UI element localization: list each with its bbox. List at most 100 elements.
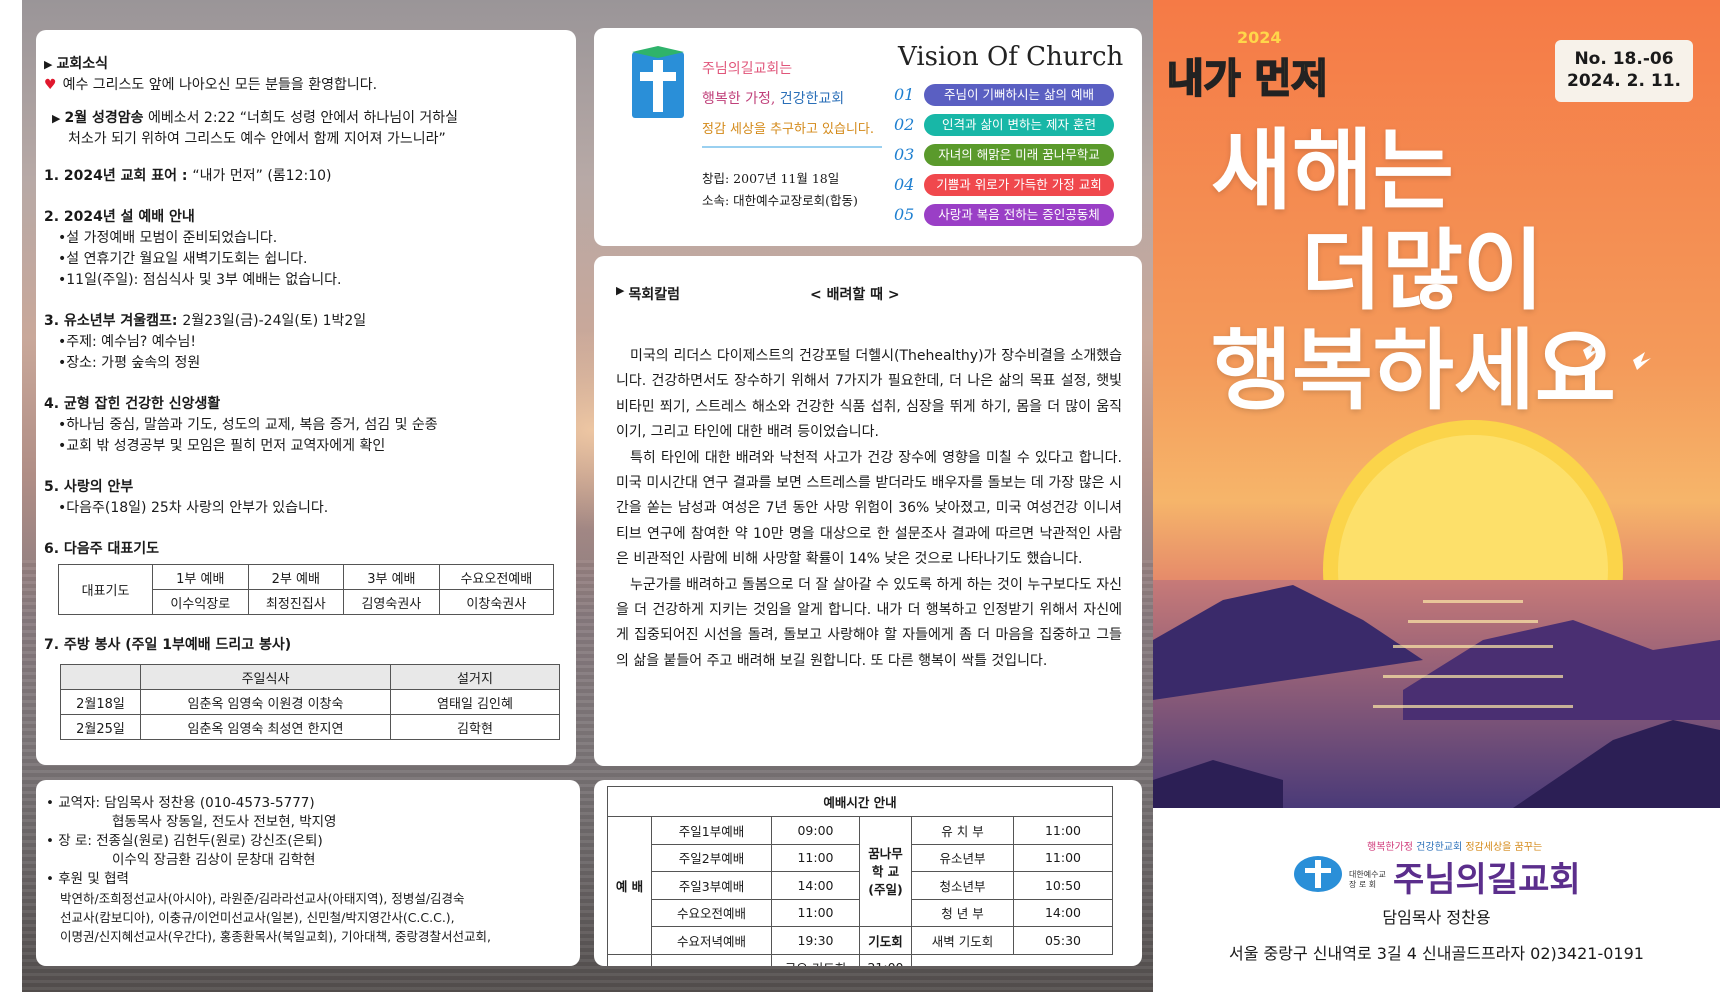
divider <box>702 146 882 148</box>
kitchen-header: 설거지 <box>390 664 560 690</box>
year-motto-logo: 2024 내가 먼저 <box>1166 28 1329 103</box>
vision-slogan-1: 주님의길교회는 <box>702 61 793 77</box>
section-camp-title: 3. 유소년부 겨울캠프: 2월23일(금)-24일(토) 1박2일 <box>44 313 367 329</box>
staff-line: 이수익 장금환 김상이 문창대 김학현 <box>112 852 316 868</box>
prayer-name: 이수익장로 <box>152 589 249 615</box>
school-time: 11:00 <box>1013 816 1113 845</box>
kitchen-dishes: 염태일 김인혜 <box>390 689 560 715</box>
kitchen-header: 주일식사 <box>140 664 391 690</box>
school-name: 청 년 부 <box>911 898 1014 927</box>
school-name: 유 치 부 <box>911 816 1014 845</box>
prayer-meeting-time: 21:00 <box>859 953 912 966</box>
newyear-item-1: •설 가정예배 모범이 준비되었습니다. <box>58 230 278 246</box>
worship-times-panel: 예배시간 안내 예 배 주일1부예배 09:00 꿈나무 학 교 (주일) 유 치 … <box>594 780 1142 966</box>
table-row: 2월18일 임춘옥 임영숙 이원경 이창숙 염태일 김인혜 <box>60 689 560 715</box>
triangle-icon: ▶ <box>616 284 625 297</box>
verse-line-2: 처소가 되기 위하여 그리스도 예수 안에서 함께 지어져 가느니라” <box>68 131 446 147</box>
worship-name: 주일1부예배 <box>651 816 772 845</box>
news-header: ▶ 교회소식 <box>44 56 108 72</box>
kitchen-date: 2월25일 <box>60 714 141 740</box>
triangle-icon: ▶ <box>44 58 53 71</box>
column-paragraph: 누군가를 배려하고 돌봄으로 더 잘 살아갈 수 있도록 하게 하는 것이 누구… <box>616 576 1122 669</box>
column-paragraph: 특히 타인에 대한 배려와 낙천적 사고가 건강 장수에 영향을 미칠 수 있다… <box>616 449 1122 568</box>
verse-line-1: ▶ 2월 성경암송 에베소서 2:22 “너희도 성령 안에서 하나님이 거하실 <box>52 110 459 126</box>
staff-line: 이명권/신지혜선교사(우간다), 홍종환목사(북일교회), 기아대책, 중랑경찰… <box>60 929 492 944</box>
worship-name: 주일3부예배 <box>651 871 772 900</box>
church-tagline: 행복한가정 건강한교회 정감세상을 꿈꾸는 <box>1367 842 1543 853</box>
section-kitchen-title: 7. 주방 봉사 (주일 1부예배 드리고 봉사) <box>44 637 292 653</box>
worship-time: 14:00 <box>771 871 860 900</box>
staff-line: 박연하/조희정선교사(아시아), 라원준/김라라선교사(아태지역), 정병설/김… <box>60 891 465 906</box>
triangle-icon: ▶ <box>52 112 61 125</box>
school-time: 14:00 <box>1013 898 1113 927</box>
issue-badge: No. 18.-06 2024. 2. 11. <box>1555 40 1693 102</box>
column-header: ▶ 목회칼럼 < 배려할 때 > <box>616 284 1122 304</box>
cover-slogan: 새해는 더많이 행복하세요 <box>1211 118 1616 422</box>
senior-pastor: 담임목사 정찬용 <box>1382 908 1491 927</box>
school-name: 유소년부 <box>911 843 1014 872</box>
prayer-name: 최정진집사 <box>247 589 345 615</box>
issue-number: No. 18.-06 <box>1574 49 1674 69</box>
prayer-name: 김영숙권사 <box>343 589 440 615</box>
church-info-footer: 행복한가정 건강한교회 정감세상을 꿈꾸는 대한예수교 장 로 회 주님의길교회 … <box>1153 808 1720 992</box>
greeting-item-1: •다음주(18일) 25차 사랑의 안부가 있습니다. <box>58 500 329 516</box>
vision-slogan-2: 행복한 가정, 건강한교회 <box>702 91 845 107</box>
section-newyear-title: 2. 2024년 설 예배 안내 <box>44 209 195 225</box>
welcome-line: ♥ 예수 그리스도 앞에 나아오신 모든 분들을 환영합니다. <box>44 77 378 93</box>
school-group-label: 꿈나무 학 교 (주일) <box>859 816 912 927</box>
prayer-table: 대표기도 1부 예배 2부 예배 3부 예배 수요오전예배 이수익장로 최정진집… <box>58 564 555 615</box>
staff-line: • 교역자: 담임목사 정찬용 (010-4573-5777) <box>46 795 315 811</box>
vision-panel: 주님의길교회는 행복한 가정, 건강한교회 정감 세상을 추구하고 있습니다. … <box>594 28 1142 246</box>
cover-illustration: 2024 내가 먼저 No. 18.-06 2024. 2. 11. 새해는 더… <box>1153 0 1720 808</box>
faith-item-2: •교회 밖 성경공부 및 모임은 필히 먼저 교역자에게 확인 <box>58 438 386 454</box>
affiliation: 소속: 대한예수교장로회(합동) <box>702 193 858 208</box>
camp-item-2: •장소: 가평 숲속의 정원 <box>58 355 201 371</box>
issue-date: 2024. 2. 11. <box>1566 71 1681 91</box>
staff-line: 선교사(캄보디아), 이충규/이언미선교사(일본), 신민철/박지영간사(C.C… <box>60 910 455 925</box>
church-address: 서울 중랑구 신내역로 3길 4 신내골드프라자 02)3421-0191 <box>1229 944 1644 963</box>
prayer-row-label: 대표기도 <box>58 564 153 615</box>
staff-panel: • 교역자: 담임목사 정찬용 (010-4573-5777) 협동목사 장동일… <box>36 780 580 966</box>
table-row: 2월25일 임춘옥 임영숙 최성연 한지연 김학현 <box>60 714 560 740</box>
heart-icon: ♥ <box>44 77 57 93</box>
kitchen-dishes: 김학현 <box>390 714 560 740</box>
church-emblem-icon <box>1294 856 1342 892</box>
worship-name: 수요저녁예배 <box>651 926 772 955</box>
school-time: 10:50 <box>1013 871 1113 900</box>
prayer-header: 2부 예배 <box>247 564 345 590</box>
kitchen-date: 2월18일 <box>60 689 141 715</box>
church-news-panel: ▶ 교회소식 ♥ 예수 그리스도 앞에 나아오신 모든 분들을 환영합니다. ▶ 2월… <box>36 30 576 765</box>
school-name: 청소년부 <box>911 871 1014 900</box>
worship-time: 11:00 <box>771 843 860 872</box>
worship-time: 11:00 <box>771 898 860 927</box>
section-faith-title: 4. 균형 잡힌 건강한 신앙생활 <box>44 396 221 412</box>
worship-name: 수요오전예배 <box>651 898 772 927</box>
worship-name: 주일2부예배 <box>651 843 772 872</box>
staff-line: • 후원 및 협력 <box>46 871 129 887</box>
kitchen-meal: 임춘옥 임영숙 이원경 이창숙 <box>140 689 391 715</box>
times-title: 예배시간 안내 <box>607 786 1113 817</box>
column-label: 목회칼럼 <box>628 287 680 303</box>
founding-date: 창립: 2007년 11월 18일 <box>702 171 840 186</box>
prayer-group-label: 기도회 <box>859 926 912 955</box>
empty-cell <box>651 953 772 966</box>
church-name: 주님의길교회 <box>1393 860 1581 900</box>
church-logo-icon <box>632 46 684 118</box>
worship-time: 19:30 <box>771 926 860 955</box>
column-title: < 배려할 때 > <box>810 287 900 303</box>
worship-time: 09:00 <box>771 816 860 845</box>
prayer-meeting-name: 새벽 기도회 <box>911 926 1014 955</box>
section-greeting-title: 5. 사랑의 안부 <box>44 479 134 495</box>
prayer-meeting-time: 05:30 <box>1013 926 1113 955</box>
staff-line: 협동목사 장동일, 전도사 전보현, 박지영 <box>112 814 337 830</box>
prayer-header: 수요오전예배 <box>438 564 555 590</box>
kitchen-meal: 임춘옥 임영숙 최성연 한지연 <box>140 714 391 740</box>
kitchen-table: 주일식사 설거지 2월18일 임춘옥 임영숙 이원경 이창숙 염태일 김인혜 2… <box>60 664 560 740</box>
camp-item-1: •주제: 예수님? 예수님! <box>58 334 196 350</box>
prayer-meeting-name: 금요 기도회 <box>771 953 860 966</box>
column-paragraph: 미국의 리더스 다이제스트의 건강포털 더헬시(Thehealthy)가 장수비… <box>616 348 1122 441</box>
staff-line: • 장 로: 전종실(원로) 김헌두(원로) 강신조(은퇴) <box>46 833 323 849</box>
prayer-name: 이창숙권사 <box>438 589 555 615</box>
denomination: 대한예수교 장 로 회 <box>1349 870 1386 889</box>
faith-item-1: •하나님 중심, 말씀과 기도, 성도의 교제, 복음 증거, 섬김 및 순종 <box>58 417 438 433</box>
